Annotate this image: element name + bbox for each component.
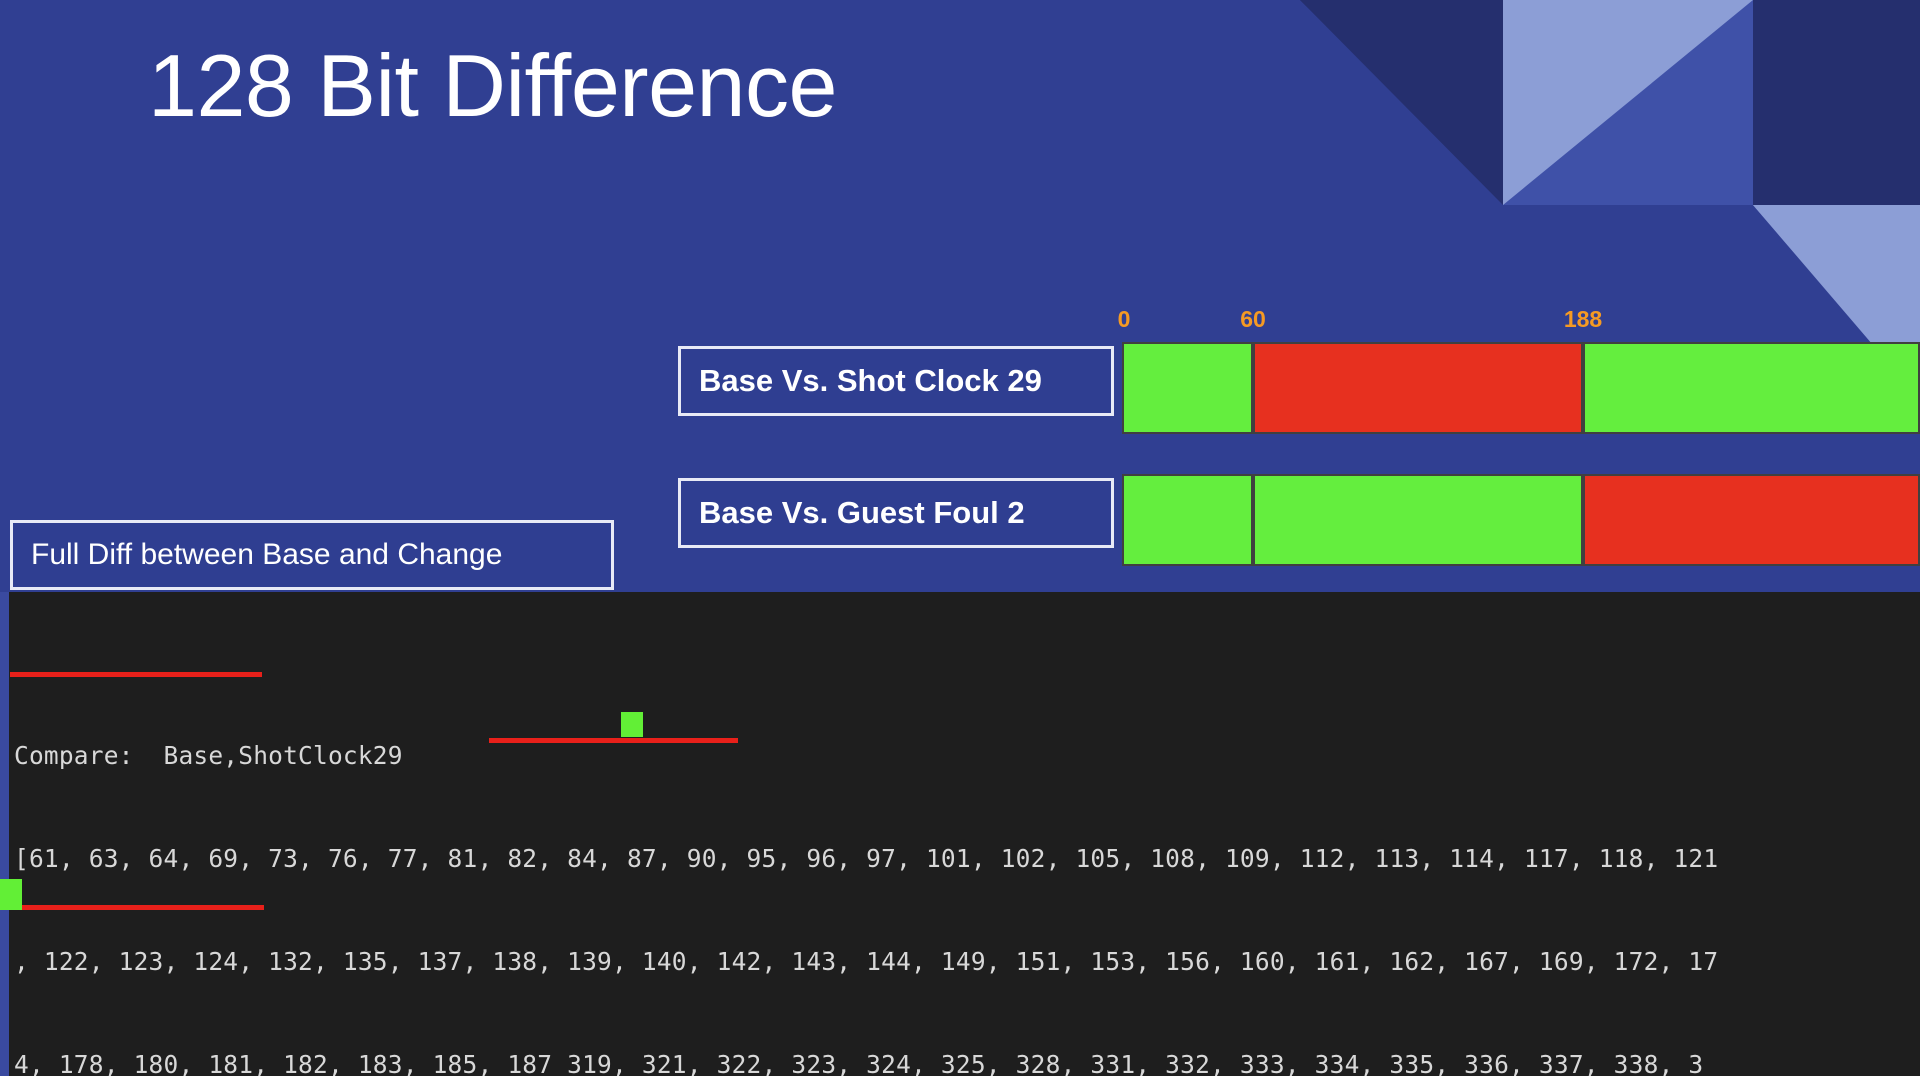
terminal-window: Compare: Base,ShotClock29 [61, 63, 64, 6…	[0, 592, 1920, 1076]
bar-segment-match	[1122, 342, 1253, 434]
bar-shotclock29	[1122, 342, 1920, 434]
label-text: Full Diff between Base and Change	[31, 538, 503, 571]
page-title: 128 Bit Difference	[148, 36, 837, 135]
bar-segment-match	[1583, 342, 1920, 434]
slide-canvas: 128 Bit Difference 0 60 188 Base Vs. Sho…	[0, 0, 1920, 1076]
bar-segment-match	[1253, 474, 1583, 566]
label-box-shotclock29: Base Vs. Shot Clock 29	[678, 346, 1114, 416]
terminal-scrollbar[interactable]	[0, 592, 9, 1076]
bar-segment-diff	[1583, 474, 1920, 566]
bar-tick-label-60: 60	[1240, 306, 1266, 332]
label-text: Base Vs. Guest Foul 2	[699, 495, 1025, 530]
terminal-line: 4, 178, 180, 181, 182, 183, 185, 187 319…	[14, 1050, 1704, 1076]
marker-shotclock-gap	[621, 712, 643, 737]
label-box-guestfoul2: Base Vs. Guest Foul 2	[678, 478, 1114, 548]
underline-shotclock-break	[489, 738, 738, 743]
terminal-line: Compare: Base,ShotClock29	[14, 741, 403, 771]
underline-shotclock-start	[10, 672, 262, 677]
bar-segment-diff	[1253, 342, 1583, 434]
marker-guestfoul-start	[0, 879, 22, 910]
terminal-output: Compare: Base,ShotClock29 [61, 63, 64, 6…	[14, 592, 1920, 1076]
underline-guestfoul-start	[22, 905, 264, 910]
terminal-line: , 122, 123, 124, 132, 135, 137, 138, 139…	[14, 947, 1719, 977]
terminal-line: [61, 63, 64, 69, 73, 76, 77, 81, 82, 84,…	[14, 844, 1719, 874]
label-text: Base Vs. Shot Clock 29	[699, 363, 1042, 398]
label-box-fulldiff: Full Diff between Base and Change	[10, 520, 614, 590]
slide-background: 128 Bit Difference 0 60 188 Base Vs. Sho…	[0, 0, 1920, 592]
bar-guestfoul2	[1122, 474, 1920, 566]
bar-segment-match	[1122, 474, 1253, 566]
bar-tick-label-0: 0	[1117, 306, 1131, 332]
bar-tick-label-188: 188	[1563, 306, 1603, 332]
